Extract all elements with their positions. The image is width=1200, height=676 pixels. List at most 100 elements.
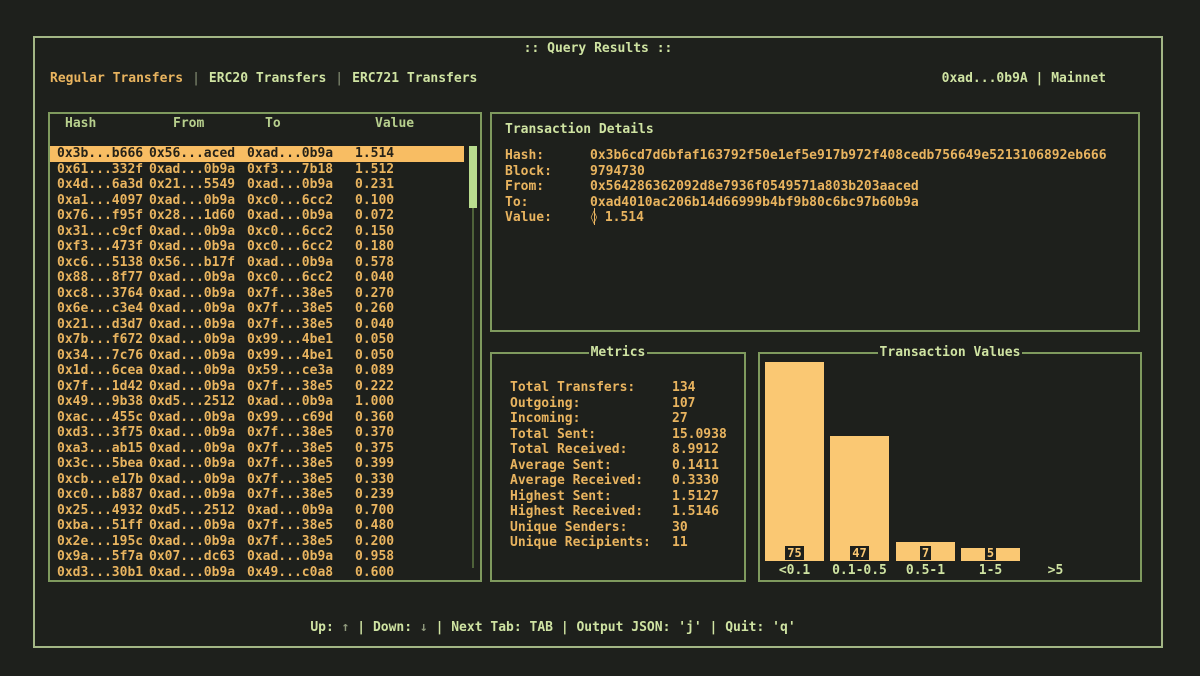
- cell-value: 0.375: [355, 441, 464, 457]
- help-separator: |: [702, 620, 725, 635]
- metric-row: Unique Recipients:11: [510, 535, 738, 551]
- cell-to: 0x7f...38e5: [247, 534, 355, 550]
- cell-to: 0xad...0b9a: [247, 208, 355, 224]
- cell-value: 0.330: [355, 472, 464, 488]
- table-row[interactable]: 0x4d...6a3d0x21...55490xad...0b9a0.231: [50, 177, 464, 193]
- table-row[interactable]: 0xa1...40970xad...0b9a0xc0...6cc20.100: [50, 193, 464, 209]
- cell-to: 0x99...4be1: [247, 332, 355, 348]
- cell-value: 0.270: [355, 286, 464, 302]
- bar-value-label: 5: [985, 546, 996, 560]
- table-row[interactable]: 0x31...c9cf0xad...0b9a0xc0...6cc20.150: [50, 224, 464, 240]
- table-row[interactable]: 0x25...49320xd5...25120xad...0b9a0.700: [50, 503, 464, 519]
- column-header-hash: Hash: [65, 116, 173, 134]
- cell-hash: 0x49...9b38: [57, 394, 149, 410]
- metric-label: Highest Received:: [510, 504, 672, 520]
- cell-from: 0xad...0b9a: [149, 487, 247, 503]
- cell-from: 0x56...b17f: [149, 255, 247, 271]
- table-row[interactable]: 0xc8...37640xad...0b9a0x7f...38e50.270: [50, 286, 464, 302]
- cell-to: 0x49...c0a8: [247, 565, 355, 581]
- cell-hash: 0x6e...c3e4: [57, 301, 149, 317]
- cell-hash: 0x3b...b666: [57, 146, 149, 162]
- metric-value: 27: [672, 411, 688, 426]
- table-row[interactable]: 0xac...455c0xad...0b9a0x99...c69d0.360: [50, 410, 464, 426]
- table-row[interactable]: 0xcb...e17b0xad...0b9a0x7f...38e50.330: [50, 472, 464, 488]
- table-row[interactable]: 0x88...8f770xad...0b9a0xc0...6cc20.040: [50, 270, 464, 286]
- help-label: Output JSON:: [576, 620, 678, 635]
- x-axis-label: 0.5-1: [896, 563, 955, 579]
- detail-label: From:: [505, 179, 590, 195]
- table-row[interactable]: 0x61...332f0xad...0b9a0xf3...7b181.512: [50, 162, 464, 178]
- metric-label: Unique Senders:: [510, 520, 672, 536]
- tab-separator: |: [192, 71, 200, 86]
- cell-hash: 0x3c...5bea: [57, 456, 149, 472]
- table-row[interactable]: 0x21...d3d70xad...0b9a0x7f...38e50.040: [50, 317, 464, 333]
- cell-hash: 0x21...d3d7: [57, 317, 149, 333]
- cell-to: 0x7f...38e5: [247, 286, 355, 302]
- tab-regular-transfers[interactable]: Regular Transfers: [50, 71, 183, 86]
- column-header-value: Value: [375, 116, 464, 134]
- metric-row: Total Transfers:134: [510, 380, 738, 396]
- cell-to: 0xad...0b9a: [247, 394, 355, 410]
- x-axis-label: >5: [1026, 563, 1085, 579]
- bar-value-wrap: 47: [830, 546, 889, 560]
- detail-label: To:: [505, 195, 590, 211]
- x-axis-label: 0.1-0.5: [830, 563, 889, 579]
- table-row[interactable]: 0x2e...195c0xad...0b9a0x7f...38e50.200: [50, 534, 464, 550]
- table-row[interactable]: 0x3c...5bea0xad...0b9a0x7f...38e50.399: [50, 456, 464, 472]
- metric-value: 15.0938: [672, 427, 727, 442]
- cell-to: 0x7f...38e5: [247, 317, 355, 333]
- cell-from: 0xad...0b9a: [149, 363, 247, 379]
- metric-value: 0.1411: [672, 458, 719, 473]
- metric-value: 30: [672, 520, 688, 535]
- cell-hash: 0x7b...f672: [57, 332, 149, 348]
- metric-label: Total Received:: [510, 442, 672, 458]
- table-row[interactable]: 0xa3...ab150xad...0b9a0x7f...38e50.375: [50, 441, 464, 457]
- table-row[interactable]: 0xba...51ff0xad...0b9a0x7f...38e50.480: [50, 518, 464, 534]
- tab-separator: |: [335, 71, 343, 86]
- table-row[interactable]: 0xd3...3f750xad...0b9a0x7f...38e50.370: [50, 425, 464, 441]
- transaction-details-fields: Hash:0x3b6cd7d6bfaf163792f50e1ef5e917b97…: [505, 148, 1130, 226]
- scrollbar-thumb[interactable]: [469, 146, 477, 208]
- cell-to: 0x7f...38e5: [247, 301, 355, 317]
- cell-hash: 0xa1...4097: [57, 193, 149, 209]
- table-row[interactable]: 0x7f...1d420xad...0b9a0x7f...38e50.222: [50, 379, 464, 395]
- table-row[interactable]: 0x7b...f6720xad...0b9a0x99...4be10.050: [50, 332, 464, 348]
- cell-from: 0xad...0b9a: [149, 224, 247, 240]
- cell-from: 0xad...0b9a: [149, 286, 247, 302]
- table-row[interactable]: 0x3b...b6660x56...aced0xad...0b9a1.514: [50, 146, 464, 162]
- table-scrollbar[interactable]: [469, 146, 477, 568]
- detail-value: 9794730: [590, 164, 645, 179]
- cell-value: 0.360: [355, 410, 464, 426]
- tab-erc20-transfers[interactable]: ERC20 Transfers: [209, 71, 326, 86]
- table-row[interactable]: 0x76...f95f0x28...1d600xad...0b9a0.072: [50, 208, 464, 224]
- cell-from: 0x21...5549: [149, 177, 247, 193]
- bar-0.1-0.5: [830, 436, 889, 561]
- tab-erc721-transfers[interactable]: ERC721 Transfers: [352, 71, 477, 86]
- cell-value: 0.399: [355, 456, 464, 472]
- table-row[interactable]: 0xc6...51380x56...b17f0xad...0b9a0.578: [50, 255, 464, 271]
- cell-hash: 0xc6...5138: [57, 255, 149, 271]
- table-row[interactable]: 0x9a...5f7a0x07...dc630xad...0b9a0.958: [50, 549, 464, 565]
- table-row[interactable]: 0xc0...b8870xad...0b9a0x7f...38e50.239: [50, 487, 464, 503]
- cell-value: 0.958: [355, 549, 464, 565]
- table-row[interactable]: 0xd3...30b10xad...0b9a0x49...c0a80.600: [50, 565, 464, 581]
- cell-to: 0xad...0b9a: [247, 146, 355, 162]
- help-key: 'q': [772, 620, 795, 635]
- cell-from: 0xad...0b9a: [149, 456, 247, 472]
- cell-from: 0xd5...2512: [149, 394, 247, 410]
- cell-from: 0xad...0b9a: [149, 472, 247, 488]
- transaction-details-panel: Transaction Details Hash:0x3b6cd7d6bfaf1…: [490, 112, 1140, 332]
- cell-value: 0.370: [355, 425, 464, 441]
- help-separator: |: [428, 620, 451, 635]
- table-row[interactable]: 0x6e...c3e40xad...0b9a0x7f...38e50.260: [50, 301, 464, 317]
- table-row[interactable]: 0xf3...473f0xad...0b9a0xc0...6cc20.180: [50, 239, 464, 255]
- metric-row: Outgoing:107: [510, 396, 738, 412]
- table-row[interactable]: 0x49...9b380xd5...25120xad...0b9a1.000: [50, 394, 464, 410]
- metrics-rows: Total Transfers:134Outgoing:107Incoming:…: [510, 380, 738, 551]
- cell-to: 0xad...0b9a: [247, 255, 355, 271]
- metric-value: 0.3330: [672, 473, 719, 488]
- table-body: 0x3b...b6660x56...aced0xad...0b9a1.5140x…: [50, 146, 464, 580]
- table-row[interactable]: 0x34...7c760xad...0b9a0x99...4be10.050: [50, 348, 464, 364]
- table-row[interactable]: 0x1d...6cea0xad...0b9a0x59...ce3a0.089: [50, 363, 464, 379]
- cell-value: 1.512: [355, 162, 464, 178]
